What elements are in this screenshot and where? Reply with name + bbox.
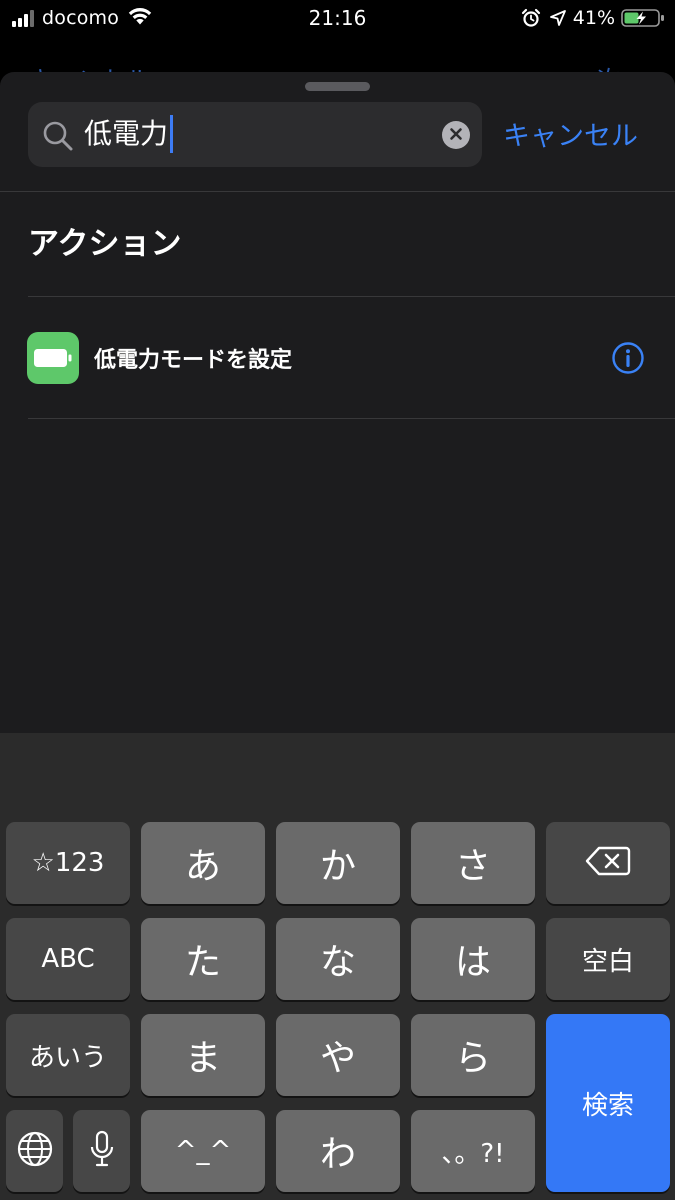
search-input-value: 低電力 [84, 117, 169, 150]
status-bar: docomo 21:16 41% [0, 0, 675, 38]
battery-icon [27, 332, 79, 384]
search-key[interactable]: 検索 [546, 1014, 670, 1192]
clear-search-button[interactable] [442, 121, 470, 149]
status-right: 41% [521, 6, 665, 30]
delete-icon [585, 845, 631, 881]
key-ya[interactable]: や [276, 1014, 400, 1096]
search-input[interactable]: 低電力 [84, 115, 174, 153]
key-a[interactable]: あ [141, 822, 265, 904]
battery-charging-icon [621, 8, 665, 28]
mic-icon [89, 1130, 115, 1172]
key-punctuation[interactable]: 、。?! [411, 1110, 535, 1192]
header-divider [0, 191, 675, 192]
cancel-button[interactable]: キャンセル [503, 114, 638, 153]
key-ha[interactable]: は [411, 918, 535, 1000]
key-emoticon[interactable]: ^_^ [141, 1110, 265, 1192]
key-numbers[interactable]: ☆123 [6, 822, 130, 904]
search-icon [42, 120, 74, 156]
globe-icon [16, 1130, 54, 1172]
key-kana-mode[interactable]: あいう [6, 1014, 130, 1096]
mic-button[interactable] [73, 1110, 130, 1192]
text-caret [170, 115, 174, 153]
screen: docomo 21:16 41% 低電力 キャンセル アクション 低電力モードを… [0, 0, 675, 1200]
alarm-icon [521, 8, 541, 28]
key-ma[interactable]: ま [141, 1014, 265, 1096]
close-icon [449, 126, 463, 145]
battery-percent: 41% [572, 7, 615, 29]
info-icon[interactable] [611, 341, 645, 379]
key-space[interactable]: 空白 [546, 918, 670, 1000]
key-ta[interactable]: た [141, 918, 265, 1000]
key-wa[interactable]: わ [276, 1110, 400, 1192]
key-ka[interactable]: か [276, 822, 400, 904]
row-divider [28, 418, 675, 419]
keyboard: ☆123 あ か さ ABC た な は 空白 あいう ま や ら 検索 ^_^… [0, 733, 675, 1200]
sheet-grabber[interactable] [305, 82, 370, 91]
search-field[interactable]: 低電力 [28, 102, 482, 167]
key-abc[interactable]: ABC [6, 918, 130, 1000]
list-item[interactable]: 低電力モードを設定 [0, 297, 675, 418]
globe-button[interactable] [6, 1110, 63, 1192]
delete-button[interactable] [546, 822, 670, 904]
action-label: 低電力モードを設定 [94, 348, 293, 373]
key-sa[interactable]: さ [411, 822, 535, 904]
key-ra[interactable]: ら [411, 1014, 535, 1096]
key-na[interactable]: な [276, 918, 400, 1000]
location-icon [549, 9, 567, 27]
section-title: アクション [28, 226, 182, 262]
